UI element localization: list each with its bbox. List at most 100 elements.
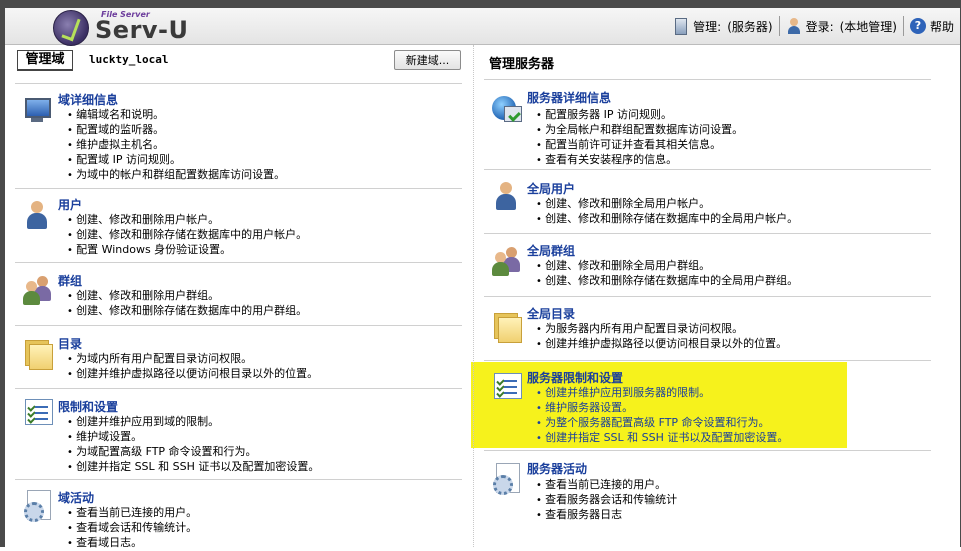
directories-section: 目录 为域内所有用户配置目录访问权限。 创建并维护虚拟路径以便访问根目录以外的位… [15,325,462,388]
domain-details-section: 域详细信息 编辑域名和说明。 配置域的监听器。 维护虚拟主机名。 配置域 IP … [15,83,462,181]
list-item: 创建、修改和删除存储在数据库中的全局用户帐户。 [536,212,798,227]
limits-settings-list: 创建并维护应用到域的限制。 维护域设置。 为域配置高级 FTP 命令设置和行为。… [67,415,319,475]
list-item: 查看有关安装程序的信息。 [536,153,743,168]
window-frame-top [0,0,961,8]
header-bar: File Server Serv-U 管理: (服务器) 登录: (本地管理) … [5,8,960,46]
help-icon: ? [909,18,926,34]
list-item: 配置服务器 IP 访问规则。 [536,108,743,123]
manage-server-link[interactable]: 管理: (服务器) [666,17,778,35]
checklist-icon [21,395,55,429]
user-icon [786,18,802,34]
list-item: 创建、修改和删除用户帐户。 [67,213,307,228]
users-link[interactable]: 用户 [58,196,82,213]
list-item: 创建、修改和删除用户群组。 [67,289,307,304]
login-value: (本地管理) [839,19,897,34]
list-item: 创建并维护应用到服务器的限制。 [536,386,788,401]
folder-icon [21,334,55,370]
help-link[interactable]: ? 帮助 [904,18,960,35]
server-limits-settings-section: 服务器限制和设置 创建并维护应用到服务器的限制。 维护服务器设置。 为整个服务器… [484,360,931,450]
groups-link[interactable]: 群组 [58,272,82,289]
server-details-list: 配置服务器 IP 访问规则。 为全局帐户和群组配置数据库访问设置。 配置当前许可… [536,108,743,168]
header-links: 管理: (服务器) 登录: (本地管理) ? 帮助 [666,16,960,36]
list-item: 创建并维护虚拟路径以便访问根目录以外的位置。 [536,337,787,352]
login-label: 登录: [805,19,834,34]
list-item: 创建并维护虚拟路径以便访问根目录以外的位置。 [67,367,318,382]
directories-link[interactable]: 目录 [58,335,82,352]
list-item: 创建、修改和删除全局用户帐户。 [536,197,798,212]
list-item: 创建并维护应用到域的限制。 [67,415,319,430]
global-groups-list: 创建、修改和删除全局用户群组。 创建、修改和删除存储在数据库中的全局用户群组。 [536,259,798,289]
groups-section: 群组 创建、修改和删除用户群组。 创建、修改和删除存储在数据库中的用户群组。 [15,262,462,324]
servu-logo-icon [53,10,89,46]
server-activity-list: 查看当前已连接的用户。 查看服务器会话和传输统计 查看服务器日志 [536,478,677,523]
server-details-section: 服务器详细信息 配置服务器 IP 访问规则。 为全局帐户和群组配置数据库访问设置… [484,79,931,180]
server-activity-link[interactable]: 服务器活动 [527,460,587,477]
manage-domain-tab[interactable]: 管理域 [17,50,73,71]
list-item: 配置 Windows 身份验证设置。 [67,243,307,258]
list-item: 创建并指定 SSL 和 SSH 证书以及配置加密设置。 [536,431,788,446]
global-groups-link[interactable]: 全局群组 [527,242,575,259]
groups-list: 创建、修改和删除用户群组。 创建、修改和删除存储在数据库中的用户群组。 [67,289,307,319]
monitor-icon [21,94,55,128]
domain-toolbar: 管理域 luckty_local 新建域... [5,45,473,83]
domain-activity-list: 查看当前已连接的用户。 查看域会话和传输统计。 查看域日志。 [67,506,197,551]
limits-settings-section: 限制和设置 创建并维护应用到域的限制。 维护域设置。 为域配置高级 FTP 命令… [15,388,462,479]
server-activity-section: 服务器活动 查看当前已连接的用户。 查看服务器会话和传输统计 查看服务器日志 [484,450,931,521]
activity-icon [490,461,524,495]
list-item: 配置域 IP 访问规则。 [67,153,285,168]
manage-server-title: 管理服务器 [489,57,555,72]
list-item: 创建、修改和删除存储在数据库中的用户帐户。 [67,228,307,243]
global-users-list: 创建、修改和删除全局用户帐户。 创建、修改和删除存储在数据库中的全局用户帐户。 [536,197,798,227]
checklist-icon [490,369,524,403]
list-item: 维护服务器设置。 [536,401,788,416]
manage-value: (服务器) [727,19,773,34]
domain-panel: 管理域 luckty_local 新建域... 域详细信息 编辑域名和说明。 配… [5,45,474,549]
list-item: 维护虚拟主机名。 [67,138,285,153]
login-link[interactable]: 登录: (本地管理) [780,18,903,35]
list-item: 为服务器内所有用户配置目录访问权限。 [536,322,787,337]
list-item: 维护域设置。 [67,430,319,445]
server-limits-settings-list: 创建并维护应用到服务器的限制。 维护服务器设置。 为整个服务器配置高级 FTP … [536,386,788,446]
domain-activity-link[interactable]: 域活动 [58,489,94,506]
help-label: 帮助 [929,19,954,34]
current-domain-name: luckty_local [89,53,169,66]
list-item: 创建、修改和删除全局用户群组。 [536,259,798,274]
user-icon [21,199,55,233]
server-panel: 管理服务器 服务器详细信息 配置服务器 IP 访问规则。 为全局帐户和群组配置数… [474,45,960,547]
list-item: 为域内所有用户配置目录访问权限。 [67,352,318,367]
activity-icon [21,488,55,522]
list-item: 编辑域名和说明。 [67,108,285,123]
folder-icon [490,307,524,343]
global-directories-section: 全局目录 为服务器内所有用户配置目录访问权限。 创建并维护虚拟路径以便访问根目录… [484,296,931,360]
list-item: 查看服务器会话和传输统计 [536,493,677,508]
group-icon [21,273,55,307]
list-item: 查看当前已连接的用户。 [536,478,677,493]
list-item: 查看当前已连接的用户。 [67,506,197,521]
list-item: 为全局帐户和群组配置数据库访问设置。 [536,123,743,138]
directories-list: 为域内所有用户配置目录访问权限。 创建并维护虚拟路径以便访问根目录以外的位置。 [67,352,318,382]
list-item: 配置当前许可证并查看其相关信息。 [536,138,743,153]
list-item: 创建、修改和删除存储在数据库中的全局用户群组。 [536,274,798,289]
list-item: 为域中的帐户和群组配置数据库访问设置。 [67,168,285,183]
list-item: 为域配置高级 FTP 命令设置和行为。 [67,445,319,460]
domain-details-link[interactable]: 域详细信息 [58,91,118,108]
domain-details-list: 编辑域名和说明。 配置域的监听器。 维护虚拟主机名。 配置域 IP 访问规则。 … [67,108,285,183]
global-directories-list: 为服务器内所有用户配置目录访问权限。 创建并维护虚拟路径以便访问根目录以外的位置… [536,322,787,352]
list-item: 查看域日志。 [67,536,197,551]
global-users-link[interactable]: 全局用户 [527,180,575,197]
logo-title: Serv-U [95,16,189,44]
server-limits-settings-link[interactable]: 服务器限制和设置 [527,369,623,386]
new-domain-button[interactable]: 新建域... [394,50,461,70]
list-item: 查看域会话和传输统计。 [67,521,197,536]
servu-logo: File Server Serv-U [53,10,193,46]
server-details-link[interactable]: 服务器详细信息 [527,89,611,106]
list-item: 为整个服务器配置高级 FTP 命令设置和行为。 [536,416,788,431]
list-item: 配置域的监听器。 [67,123,285,138]
global-directories-link[interactable]: 全局目录 [527,305,575,322]
users-list: 创建、修改和删除用户帐户。 创建、修改和删除存储在数据库中的用户帐户。 配置 W… [67,213,307,258]
user-icon [490,180,524,214]
limits-settings-link[interactable]: 限制和设置 [58,398,118,415]
server-icon [675,17,688,35]
server-globe-icon [490,92,524,126]
global-groups-section: 全局群组 创建、修改和删除全局用户群组。 创建、修改和删除存储在数据库中的全局用… [484,233,931,296]
